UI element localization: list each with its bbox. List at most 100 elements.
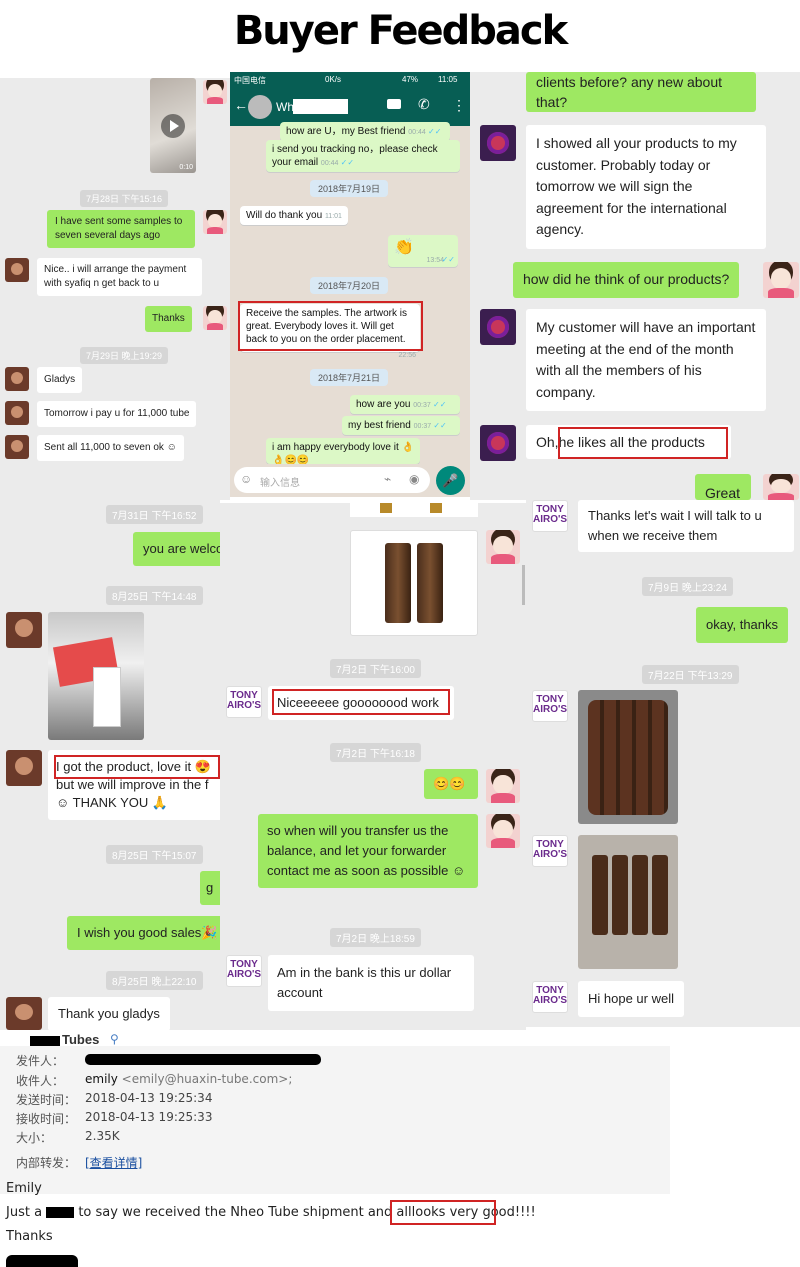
sent-label: 发送时间： xyxy=(16,1093,77,1107)
size-value: 2.35K xyxy=(85,1129,120,1143)
message-bubble: Will do thank you 11:01 xyxy=(240,206,348,225)
timestamp: 7月28日 下午15:16 xyxy=(80,190,169,207)
redaction-box xyxy=(293,99,348,114)
timestamp: 7月29日 晚上19:29 xyxy=(80,347,169,364)
tony-airos-logo: TONY AIRO'S xyxy=(532,690,568,722)
product-photo[interactable] xyxy=(48,612,144,740)
timestamp: 7月31日 下午16:52 xyxy=(106,505,203,524)
to-value: emily <emily@huaxin-tube.com>; xyxy=(85,1072,293,1086)
message-bubble: how are you 00:37 ✓✓ xyxy=(350,395,460,414)
avatar xyxy=(5,367,29,391)
message-bubble: Hi hope ur well xyxy=(578,981,684,1018)
scrollbar[interactable] xyxy=(522,565,525,605)
avatar xyxy=(486,530,520,564)
contact-name[interactable]: Wh xyxy=(276,100,294,114)
date-divider: 2018年7月19日 xyxy=(310,180,389,197)
input-placeholder: 输入信息 xyxy=(260,478,300,489)
video-thumbnail[interactable]: 0:10 xyxy=(150,78,196,173)
message-bubble: Thanks let's wait I will talk to u when … xyxy=(578,500,794,552)
message-input[interactable]: ☺ 输入信息 ⌁ ◉ xyxy=(234,467,430,493)
message-bubble: g xyxy=(200,871,220,906)
timestamp: 7月22日 下午13:29 xyxy=(642,665,739,684)
tony-airos-logo: TONY AIRO'S xyxy=(226,955,262,987)
attach-icon[interactable]: ⌁ xyxy=(384,472,391,486)
emoji-icon[interactable]: ☺ xyxy=(240,472,252,486)
timestamp: 8月25日 下午15:07 xyxy=(106,845,203,864)
sent-value: 2018-04-13 19:25:34 xyxy=(85,1091,213,1105)
tony-airos-logo: TONY AIRO'S xyxy=(226,686,262,718)
timestamp: 7月9日 晚上23:24 xyxy=(642,577,733,596)
avatar xyxy=(486,769,520,803)
product-photo[interactable] xyxy=(578,690,678,824)
from-label: 发件人： xyxy=(16,1054,65,1068)
avatar xyxy=(6,612,42,648)
view-details-link[interactable]: [查看详情] xyxy=(85,1154,142,1171)
message-bubble: Thank you gladys xyxy=(48,997,170,1030)
message-bubble: Thanks xyxy=(145,306,192,332)
contact-avatar[interactable] xyxy=(248,95,272,119)
avatar xyxy=(486,814,520,848)
timestamp: 8月25日 下午14:48 xyxy=(106,586,203,605)
avatar xyxy=(480,309,516,345)
play-icon[interactable] xyxy=(161,114,185,138)
received-label: 接收时间： xyxy=(16,1112,77,1126)
whatsapp-panel: 中国电信 0K/s 47% 11:05 ← Wh ✆ ⋮ how are U，m… xyxy=(230,72,470,497)
timestamp: 7月2日 下午16:00 xyxy=(330,659,421,678)
message-bubble: 👏 13:54 ✓✓ xyxy=(388,235,458,267)
tony-airos-logo: TONY AIRO'S xyxy=(532,981,568,1013)
message-bubble: Great xyxy=(695,474,751,500)
message-bubble: I showed all your products to my custome… xyxy=(526,125,766,249)
message-bubble: Tomorrow i pay u for 11,000 tube xyxy=(37,401,197,427)
back-arrow-icon[interactable]: ← xyxy=(234,97,248,113)
highlight-box xyxy=(54,755,220,779)
message-bubble: i am happy everybody love it 👌👌😊😊 xyxy=(266,438,420,464)
wechat-panel-center: 7月2日 下午16:00 TONY AIRO'S Niceeeeee goooo… xyxy=(220,503,526,1030)
avatar xyxy=(5,258,29,282)
redaction-box xyxy=(6,1255,78,1267)
avatar xyxy=(203,306,227,330)
product-photo[interactable] xyxy=(350,530,478,636)
email-sign: Thanks xyxy=(6,1229,53,1244)
date-divider: 2018年7月21日 xyxy=(310,369,389,386)
email-panel: Tubes ⚲ 发件人： 收件人： emily <emily@huaxin-tu… xyxy=(0,1030,800,1267)
product-photo[interactable] xyxy=(578,835,678,969)
phone-icon[interactable]: ✆ xyxy=(418,96,430,113)
email-subject: Tubes xyxy=(62,1032,100,1047)
size-label: 大小： xyxy=(16,1131,53,1145)
wechat-panel-left-mid: 7月31日 下午16:52 you are welco 8月25日 下午14:4… xyxy=(0,500,220,1030)
battery-label: 47% xyxy=(402,75,419,84)
message-bubble: so when will you transfer us the balance… xyxy=(258,814,478,888)
message-bubble: how are U，my Best friend 00:44 ✓✓ xyxy=(280,122,450,141)
attachment-icon[interactable]: ⚲ xyxy=(110,1032,119,1046)
forward-label: 内部转发： xyxy=(16,1156,77,1170)
avatar xyxy=(6,997,42,1030)
timestamp: 8月25日 晚上22:10 xyxy=(106,971,203,990)
mic-button[interactable]: 🎤 xyxy=(436,466,465,495)
message-bubble: okay, thanks xyxy=(696,607,789,644)
speed-label: 0K/s xyxy=(325,75,342,84)
video-call-icon[interactable] xyxy=(387,99,401,109)
message-bubble: how did he think of our products? xyxy=(513,262,740,298)
message-bubble: clients before? any new about that? xyxy=(526,72,756,112)
status-bar: 中国电信 0K/s 47% 11:05 xyxy=(230,72,470,88)
chat-header: ← Wh ✆ ⋮ xyxy=(230,88,470,126)
message-bubble: my best friend 00:37 ✓✓ xyxy=(342,416,460,435)
timestamp: 7月2日 下午16:18 xyxy=(330,743,421,762)
carrier-label: 中国电信 xyxy=(234,76,266,85)
camera-icon[interactable]: ◉ xyxy=(409,472,419,486)
bottles-photo-top xyxy=(350,503,478,517)
avatar xyxy=(203,80,227,104)
video-duration: 0:10 xyxy=(179,164,193,171)
avatar xyxy=(6,750,42,786)
email-greeting: Emily xyxy=(6,1181,42,1196)
received-value: 2018-04-13 19:25:33 xyxy=(85,1110,213,1124)
message-bubble: Nice.. i will arrange the payment with s… xyxy=(37,258,202,296)
message-bubble: 😊😊 xyxy=(424,769,478,800)
avatar xyxy=(763,262,799,298)
highlight-box xyxy=(558,427,728,459)
clock-label: 11:05 xyxy=(438,75,458,84)
message-bubble: Am in the bank is this ur dollar account xyxy=(268,955,474,1011)
menu-dots-icon[interactable]: ⋮ xyxy=(452,97,466,114)
avatar xyxy=(5,401,29,425)
avatar xyxy=(480,425,516,461)
